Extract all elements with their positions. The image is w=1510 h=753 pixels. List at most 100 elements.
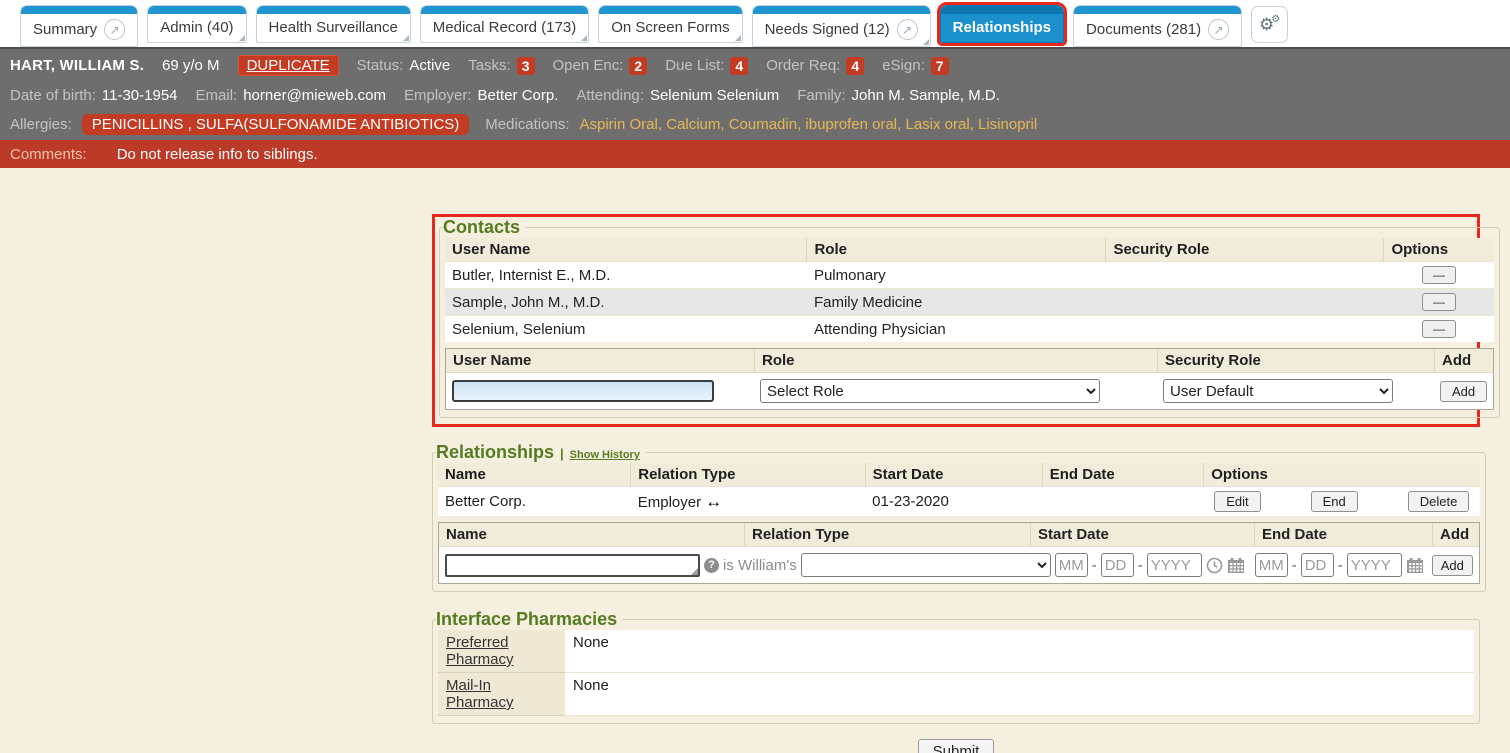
tab-cap xyxy=(753,6,930,14)
esign-label: eSign: xyxy=(882,57,925,74)
bidirectional-arrow-icon: ↔ xyxy=(705,492,722,511)
due-list-badge[interactable]: 4 xyxy=(730,57,748,75)
tasks-badge[interactable]: 3 xyxy=(517,57,535,75)
external-link-icon[interactable]: ↗ xyxy=(897,19,918,40)
tab-summary[interactable]: Summary↗ xyxy=(20,5,138,47)
add-col-security-role: Security Role xyxy=(1157,349,1434,372)
submit-row: Submit xyxy=(432,739,1480,753)
relation-type-select[interactable] xyxy=(801,553,1051,577)
dob-label: Date of birth: xyxy=(10,87,96,104)
contacts-highlight-box: Contacts User Name Role Security Role Op… xyxy=(432,214,1480,427)
relationship-row: Better Corp. Employer ↔ 01-23-2020 Edit … xyxy=(438,487,1480,517)
col-start-date: Start Date xyxy=(865,463,1042,487)
end-relationship-button[interactable]: End xyxy=(1311,491,1358,512)
patient-age-sex: 69 y/o M xyxy=(162,57,220,74)
relationships-section: Relationships | Show History Name Relati… xyxy=(432,442,1486,592)
tab-admin[interactable]: Admin (40) xyxy=(147,5,246,43)
tab-medical-record[interactable]: Medical Record (173) xyxy=(420,5,589,43)
family-value: John M. Sample, M.D. xyxy=(852,87,1000,104)
end-month-input[interactable] xyxy=(1255,553,1288,577)
dropdown-corner-icon xyxy=(735,35,741,41)
dropdown-corner-icon xyxy=(923,39,929,45)
preferred-pharmacy-link[interactable]: Preferred Pharmacy xyxy=(446,634,514,668)
add-contact-box: User Name Role Security Role Add Select … xyxy=(445,348,1494,410)
add-col-relation-type: Relation Type xyxy=(744,523,1030,546)
relationship-type: Employer ↔ xyxy=(631,487,865,517)
esign-group: eSign: 7 xyxy=(882,57,948,75)
open-enc-label: Open Enc: xyxy=(553,57,624,74)
end-year-input[interactable] xyxy=(1347,553,1402,577)
remove-contact-button[interactable]: — xyxy=(1422,293,1456,311)
status-label: Status: xyxy=(357,57,404,74)
relationship-start-date: 01-23-2020 xyxy=(865,487,1042,517)
col-options: Options xyxy=(1384,238,1494,262)
medications-list[interactable]: Aspirin Oral, Calcium, Coumadin, ibuprof… xyxy=(580,116,1038,133)
external-link-icon[interactable]: ↗ xyxy=(1208,19,1229,40)
settings-button[interactable]: ⚙⚙ xyxy=(1251,6,1288,43)
relationship-end-date xyxy=(1042,487,1203,517)
allergies-label: Allergies: xyxy=(10,116,72,133)
external-link-icon[interactable]: ↗ xyxy=(104,19,125,40)
contact-role-select[interactable]: Select Role xyxy=(760,379,1100,403)
remove-contact-button[interactable]: — xyxy=(1422,266,1456,284)
interface-pharmacies-section: Interface Pharmacies Preferred Pharmacy … xyxy=(432,609,1480,724)
tab-cap xyxy=(1074,6,1241,14)
contact-role: Attending Physician xyxy=(807,316,1106,343)
mail-in-pharmacy-link[interactable]: Mail-In Pharmacy xyxy=(446,677,514,711)
dob-group: Date of birth: 11-30-1954 xyxy=(10,87,178,104)
allergies-value[interactable]: PENICILLINS , SULFA(SULFONAMIDE ANTIBIOT… xyxy=(82,114,470,135)
interface-pharmacies-title: Interface Pharmacies xyxy=(436,609,623,630)
tab-label: On Screen Forms xyxy=(611,19,729,36)
remove-contact-button[interactable]: — xyxy=(1422,320,1456,338)
esign-badge[interactable]: 7 xyxy=(931,57,949,75)
help-icon[interactable]: ? xyxy=(704,558,719,573)
start-month-input[interactable] xyxy=(1055,553,1088,577)
attending-value: Selenium Selenium xyxy=(650,87,779,104)
add-col-user-name: User Name xyxy=(446,349,754,372)
delete-relationship-button[interactable]: Delete xyxy=(1408,491,1470,512)
start-year-input[interactable] xyxy=(1147,553,1202,577)
open-enc-badge[interactable]: 2 xyxy=(629,57,647,75)
edit-relationship-button[interactable]: Edit xyxy=(1214,491,1260,512)
tab-health-surveillance[interactable]: Health Surveillance xyxy=(256,5,411,43)
tab-cap xyxy=(599,6,741,14)
add-contact-button[interactable]: Add xyxy=(1440,381,1487,402)
order-req-badge[interactable]: 4 xyxy=(846,57,864,75)
patient-header-row-1: HART, WILLIAM S. 69 y/o M DUPLICATE Stat… xyxy=(0,49,1510,82)
contact-security-role-select[interactable]: User Default xyxy=(1163,379,1393,403)
end-day-input[interactable] xyxy=(1301,553,1334,577)
submit-button[interactable]: Submit xyxy=(918,739,995,753)
start-day-input[interactable] xyxy=(1101,553,1134,577)
tab-label: Relationships xyxy=(953,19,1051,36)
tab-documents[interactable]: Documents (281)↗ xyxy=(1073,5,1242,47)
tab-cap xyxy=(21,6,137,14)
tab-relationships[interactable]: Relationships xyxy=(940,5,1064,43)
attending-label: Attending: xyxy=(576,87,644,104)
contact-name: Selenium, Selenium xyxy=(445,316,807,343)
relationship-name-input[interactable] xyxy=(445,554,700,577)
calendar-icon[interactable] xyxy=(1227,557,1245,574)
open-enc-group: Open Enc: 2 xyxy=(553,57,648,75)
contact-user-name-input[interactable] xyxy=(452,380,714,402)
col-end-date: End Date xyxy=(1042,463,1203,487)
duplicate-flag[interactable]: DUPLICATE xyxy=(238,55,339,76)
calendar-icon[interactable] xyxy=(1406,557,1424,574)
comments-label: Comments: xyxy=(10,146,87,163)
tab-bar: Summary↗ Admin (40) Health Surveillance … xyxy=(0,0,1510,47)
employer-label: Employer: xyxy=(404,87,472,104)
clock-icon[interactable] xyxy=(1206,557,1223,574)
contact-role: Pulmonary xyxy=(807,262,1106,289)
dropdown-corner-icon xyxy=(239,35,245,41)
family-group: Family: John M. Sample, M.D. xyxy=(797,87,1000,104)
patient-header-row-3: Allergies: PENICILLINS , SULFA(SULFONAMI… xyxy=(0,109,1510,140)
show-history-link[interactable]: Show History xyxy=(570,449,640,461)
legend-pipe: | xyxy=(560,446,564,461)
col-security-role: Security Role xyxy=(1106,238,1384,262)
comments-bar: Comments: Do not release info to sibling… xyxy=(0,140,1510,168)
col-relation-type: Relation Type xyxy=(631,463,865,487)
add-col-add: Add xyxy=(1432,523,1479,546)
tab-on-screen-forms[interactable]: On Screen Forms xyxy=(598,5,742,43)
add-relationship-button[interactable]: Add xyxy=(1432,555,1473,576)
date-separator: - xyxy=(1092,557,1097,574)
tab-needs-signed[interactable]: Needs Signed (12)↗ xyxy=(752,5,931,47)
